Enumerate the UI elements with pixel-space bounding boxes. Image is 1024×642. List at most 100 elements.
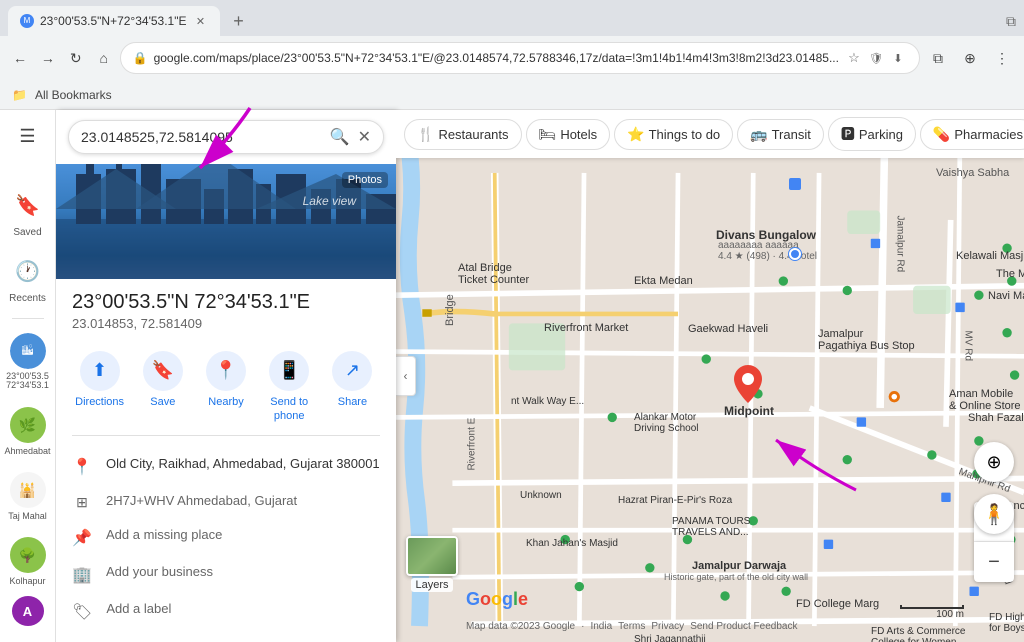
attribution-text: Map data ©2023 Google bbox=[466, 621, 575, 632]
share-icon: ↗ bbox=[332, 351, 372, 391]
filter-things-to-do[interactable]: ⭐ Things to do bbox=[614, 119, 733, 150]
pharmacy-icon: 💊 bbox=[933, 126, 950, 143]
map-label-mv-rd: MV Rd bbox=[963, 331, 974, 362]
filter-parking[interactable]: 🅿 Parking bbox=[828, 117, 916, 151]
sidebar-item-taj-mahal[interactable]: 🕌 Taj Mahal bbox=[0, 466, 55, 527]
restaurant-icon: 🍴 bbox=[417, 126, 434, 143]
sidebar-item-kolhapur[interactable]: 🌳 Kolhapur bbox=[0, 531, 55, 592]
location-icon-4: 🌳 bbox=[10, 537, 46, 573]
new-tab-button[interactable]: + bbox=[224, 7, 252, 35]
add-missing-row[interactable]: 📌 Add a missing place bbox=[56, 519, 396, 556]
filter-restaurants[interactable]: 🍴 Restaurants bbox=[404, 119, 522, 150]
bookmark-star-icon[interactable]: ☆ bbox=[845, 49, 863, 67]
map-background: Vaishya Sabha Divans Bungalow aaaaaaaa a… bbox=[396, 110, 1024, 642]
back-button[interactable]: ← bbox=[8, 44, 32, 72]
share-label: Share bbox=[338, 395, 367, 409]
sidebar-item-coords[interactable]: 🏙 23°00'53.572°34'53.1 bbox=[0, 327, 55, 398]
add-missing-text: Add a missing place bbox=[106, 527, 222, 542]
feedback-link[interactable]: Send Product Feedback bbox=[690, 621, 797, 632]
restaurants-label: Restaurants bbox=[438, 127, 508, 142]
privacy-link[interactable]: Privacy bbox=[651, 621, 684, 632]
nearby-icon: 📍 bbox=[206, 351, 246, 391]
bookmarks-bar: 📁 All Bookmarks bbox=[0, 80, 1024, 110]
plus-code-row[interactable]: ⊞ 2H7J+WHV Ahmedabad, Gujarat bbox=[56, 485, 396, 519]
address-icons: ☆ 🛡 ⬇ bbox=[845, 49, 907, 67]
download-icon[interactable]: ⬇ bbox=[889, 49, 907, 67]
tab-favicon: M bbox=[20, 14, 34, 28]
menu-button[interactable]: ☰ bbox=[8, 118, 48, 155]
filter-transit[interactable]: 🚌 Transit bbox=[737, 119, 824, 150]
tab-close-button[interactable]: ✕ bbox=[192, 13, 208, 29]
url-text: google.com/maps/place/23°00'53.5"N+72°34… bbox=[154, 51, 839, 65]
zoom-out-button[interactable]: − bbox=[974, 542, 1014, 582]
home-button[interactable]: ⌂ bbox=[92, 44, 116, 72]
layers-button[interactable]: Layers bbox=[406, 536, 458, 592]
things-to-do-label: Things to do bbox=[649, 127, 721, 142]
address-row[interactable]: 📍 Old City, Raikhad, Ahmedabad, Gujarat … bbox=[56, 448, 396, 485]
search-input[interactable] bbox=[81, 129, 322, 145]
extensions-button[interactable]: ⧉ bbox=[924, 44, 952, 72]
active-tab[interactable]: M 23°00'53.5"N+72°34'53.1"E ✕ bbox=[8, 6, 220, 36]
filter-hotels[interactable]: 🛏 Hotels bbox=[526, 119, 611, 150]
bookmark-icon: 🔖 bbox=[10, 188, 46, 224]
profile-button[interactable]: ⊕ bbox=[956, 44, 984, 72]
bookmarks-label: All Bookmarks bbox=[35, 88, 112, 102]
location-pin-icon: 📍 bbox=[72, 457, 92, 477]
nearby-label: Nearby bbox=[208, 395, 243, 409]
sidebar-item-saved[interactable]: 🔖 Saved bbox=[0, 182, 55, 244]
nearby-button[interactable]: 📍 Nearby bbox=[198, 351, 253, 424]
browser-chrome: M 23°00'53.5"N+72°34'53.1"E ✕ + ⧉ ← → ↻ … bbox=[0, 0, 1024, 110]
pharmacies-label: Pharmacies bbox=[954, 127, 1023, 142]
directions-label: Directions bbox=[75, 395, 124, 409]
restore-button[interactable]: ⧉ bbox=[1006, 13, 1016, 30]
address-bar[interactable]: 🔒 google.com/maps/place/23°00'53.5"N+72°… bbox=[120, 42, 920, 74]
user-avatar[interactable]: A bbox=[12, 596, 44, 626]
place-image: Lake view Photos bbox=[56, 164, 396, 279]
pegman-button[interactable]: 🧍 bbox=[974, 494, 1014, 534]
add-place-icon: 📌 bbox=[72, 528, 92, 548]
filter-bar: 🍴 Restaurants 🛏 Hotels ⭐ Things to do 🚌 … bbox=[396, 110, 1024, 158]
search-box[interactable]: 🔍 ✕ bbox=[68, 120, 384, 154]
lake-label: Lake view bbox=[303, 194, 356, 208]
map-container[interactable]: 🍴 Restaurants 🛏 Hotels ⭐ Things to do 🚌 … bbox=[396, 110, 1024, 642]
more-button[interactable]: ⋮ bbox=[988, 44, 1016, 72]
location-icon-1: 🏙 bbox=[10, 333, 46, 369]
shield-icon[interactable]: 🛡 bbox=[867, 49, 885, 67]
sidebar: ☰ 🔖 Saved 🕐 Recents 🏙 23°00'53.572°34'53… bbox=[0, 110, 56, 642]
search-icon[interactable]: 🔍 bbox=[330, 127, 350, 147]
chevron-left-icon: ‹ bbox=[404, 369, 408, 383]
poi-marker-1[interactable] bbox=[789, 178, 801, 190]
directions-button[interactable]: ⬆ Directions bbox=[72, 351, 127, 424]
terms-link[interactable]: Terms bbox=[618, 621, 645, 632]
compass-button[interactable]: ⊕ bbox=[974, 442, 1014, 482]
clear-icon[interactable]: ✕ bbox=[358, 127, 371, 147]
attribution-separator: · bbox=[581, 621, 584, 632]
send-to-phone-button[interactable]: 📱 Send to phone bbox=[262, 351, 317, 424]
ahmedabad-label: Ahmedabat bbox=[4, 446, 50, 456]
map-attribution: Map data ©2023 Google · India Terms Priv… bbox=[466, 621, 797, 632]
recents-label: Recents bbox=[9, 293, 46, 304]
place-thumbnail-1: 🏙 bbox=[21, 345, 34, 357]
plus-code-text: 2H7J+WHV Ahmedabad, Gujarat bbox=[106, 493, 297, 508]
star-icon: ⭐ bbox=[627, 126, 644, 143]
sidebar-item-ahmedabad[interactable]: 🌿 Ahmedabat bbox=[0, 401, 55, 462]
toggle-panel-button[interactable]: ‹ bbox=[396, 356, 416, 396]
share-button[interactable]: ↗ Share bbox=[325, 351, 380, 424]
photos-button[interactable]: Photos bbox=[342, 172, 388, 188]
tab-bar: M 23°00'53.5"N+72°34'53.1"E ✕ + ⧉ bbox=[0, 0, 1024, 36]
add-business-row[interactable]: 🏢 Add your business bbox=[56, 556, 396, 593]
filter-pharmacies[interactable]: 💊 Pharmacies bbox=[920, 119, 1024, 150]
sidebar-item-recents[interactable]: 🕐 Recents bbox=[0, 248, 55, 310]
add-label-row[interactable]: 🏷 Add a label bbox=[56, 593, 396, 630]
parking-label: Parking bbox=[859, 127, 903, 142]
left-panel: 🔍 ✕ bbox=[56, 110, 396, 642]
refresh-button[interactable]: ↻ bbox=[64, 44, 88, 72]
save-button[interactable]: 🔖 Save bbox=[135, 351, 190, 424]
address-text: Old City, Raikhad, Ahmedabad, Gujarat 38… bbox=[106, 456, 380, 471]
transit-icon: 🚌 bbox=[750, 126, 767, 143]
poi-marker-2[interactable] bbox=[789, 248, 801, 260]
red-pin-marker bbox=[734, 365, 762, 408]
forward-button[interactable]: → bbox=[36, 44, 60, 72]
map-label-jamalpur-rd: Jamalpur Rd bbox=[895, 216, 906, 273]
add-label-text: Add a label bbox=[106, 601, 171, 616]
